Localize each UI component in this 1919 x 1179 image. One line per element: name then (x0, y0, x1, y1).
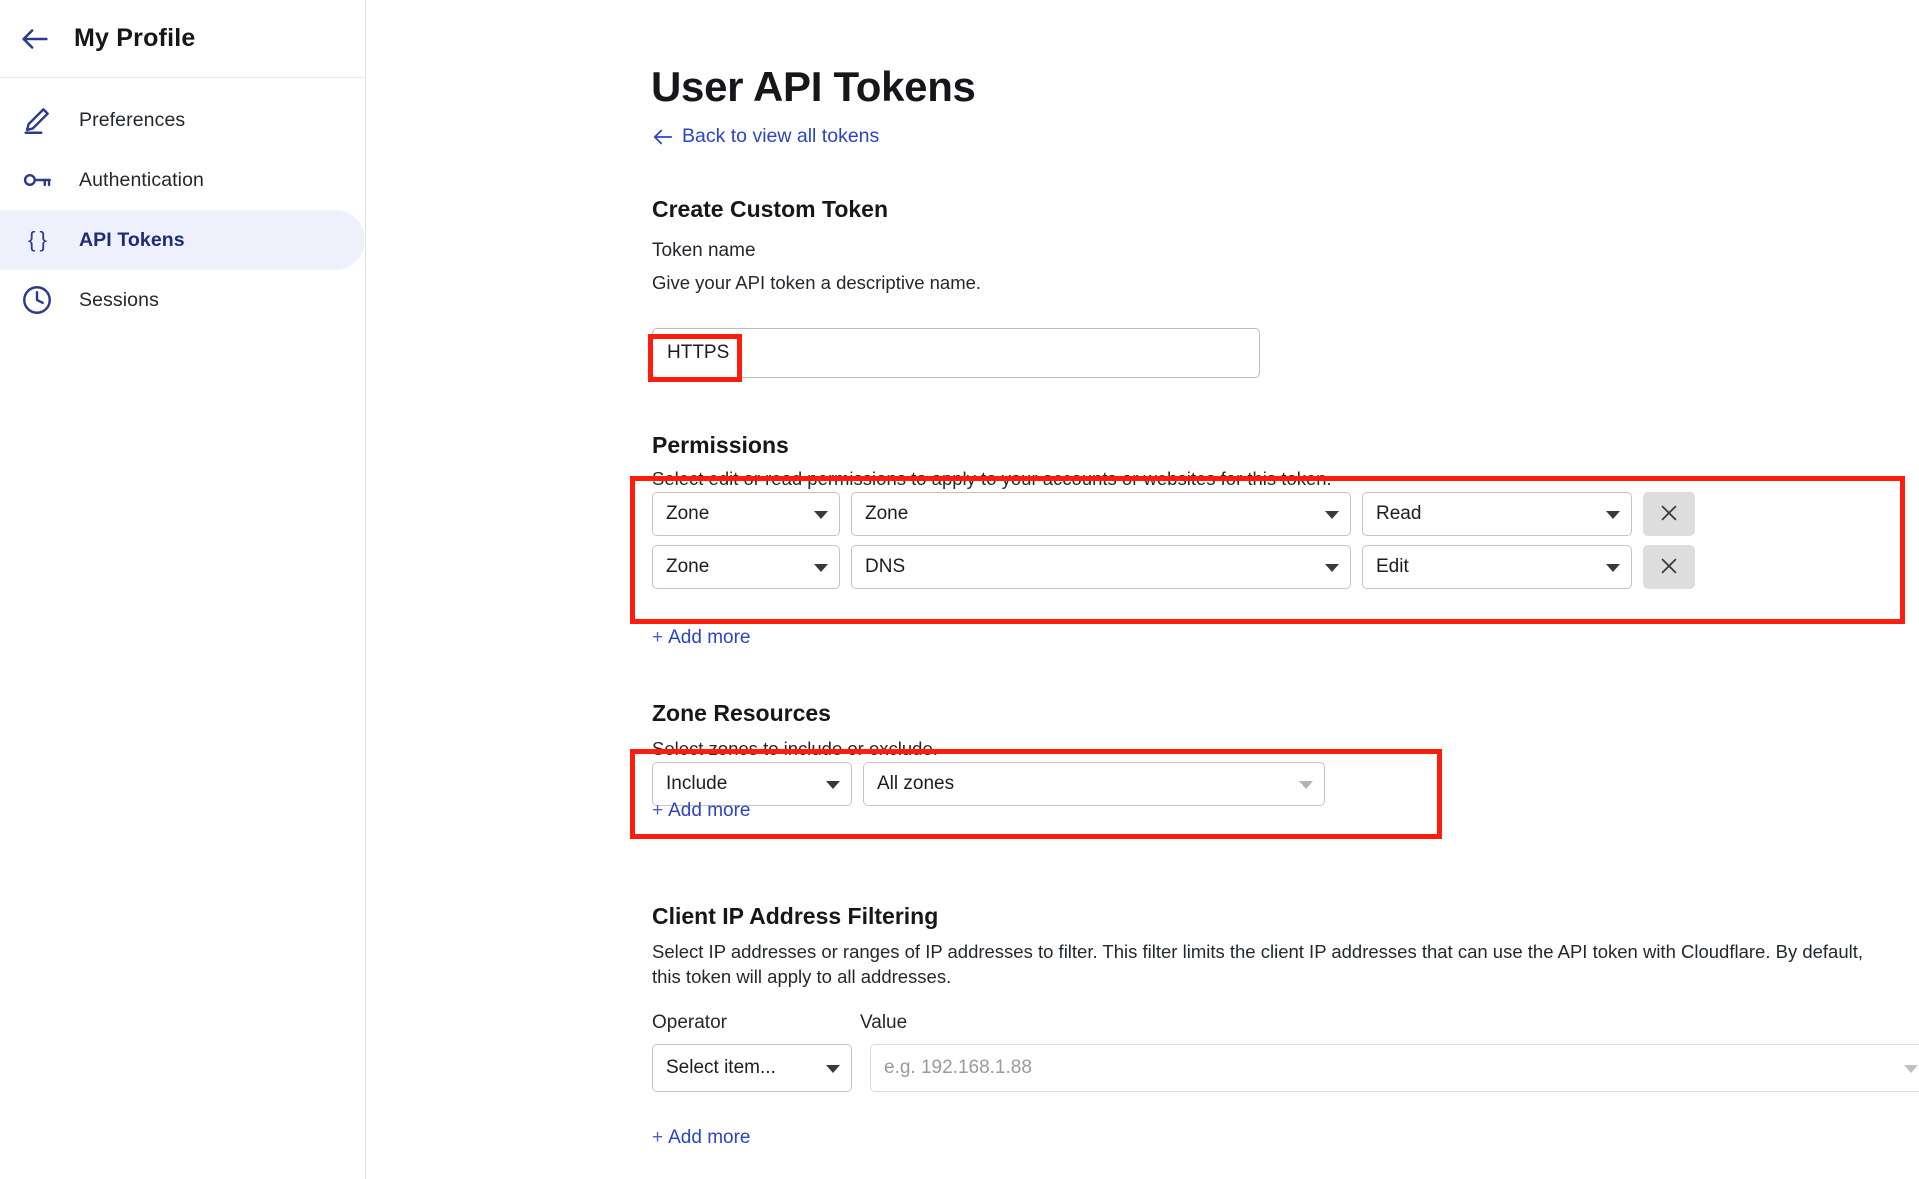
remove-permission-button[interactable] (1643, 492, 1695, 536)
permission-resource-value: Zone (865, 503, 909, 524)
token-name-description: Give your API token a descriptive name. (652, 272, 982, 293)
operator-label: Operator (652, 1012, 727, 1033)
client-ip-value-input[interactable] (870, 1044, 1919, 1092)
permission-level-select[interactable]: Read (1362, 492, 1632, 536)
clock-icon (20, 283, 54, 317)
key-icon (20, 163, 54, 197)
permission-resource-value: DNS (865, 556, 906, 577)
permission-group-value: Zone (666, 503, 710, 524)
zone-resources-add-more-link[interactable]: + Add more (652, 800, 750, 822)
add-more-label: Add more (668, 1127, 751, 1148)
braces-icon: { } (28, 227, 47, 252)
value-label: Value (860, 1012, 908, 1033)
chevron-down-icon (1299, 781, 1313, 789)
plus-icon: + (652, 800, 664, 821)
permission-level-value: Read (1376, 503, 1422, 524)
zone-resource-mode-value: Include (666, 773, 728, 794)
chevron-down-icon (1606, 564, 1620, 572)
chevron-down-icon (814, 564, 828, 572)
chevron-down-icon (1606, 511, 1620, 519)
pencil-icon (20, 103, 54, 137)
client-ip-value-wrapper (861, 1044, 1919, 1092)
client-ip-filter-row: Select item... (652, 1044, 1919, 1092)
permission-level-value: Edit (1376, 556, 1409, 577)
plus-icon: + (652, 627, 664, 648)
back-to-all-tokens-link[interactable]: Back to view all tokens (652, 125, 879, 148)
sidebar-title: My Profile (74, 24, 196, 52)
chevron-down-icon (1325, 511, 1339, 519)
permission-resource-select[interactable]: DNS (851, 545, 1351, 589)
client-ip-operator-select[interactable]: Select item... (652, 1044, 852, 1092)
main-content: User API Tokens Back to view all tokens … (366, 0, 1919, 1179)
create-custom-token-heading: Create Custom Token (652, 196, 889, 222)
permissions-heading: Permissions (652, 432, 789, 458)
arrow-left-icon (652, 126, 674, 148)
zone-resources-description: Select zones to include or exclude. (652, 738, 938, 759)
app-root: My Profile Preferences Authentication {… (0, 0, 1919, 1179)
permission-row: Zone Zone Read (652, 492, 1919, 536)
permission-group-select[interactable]: Zone (652, 492, 840, 536)
token-name-label: Token name (652, 240, 756, 261)
add-more-label: Add more (668, 627, 751, 648)
sidebar-nav: Preferences Authentication { } API Token… (0, 78, 365, 330)
add-more-label: Add more (668, 800, 751, 821)
sidebar-item-api-tokens[interactable]: { } API Tokens (0, 210, 365, 270)
permission-resource-select[interactable]: Zone (851, 492, 1351, 536)
close-icon (1658, 555, 1680, 580)
sidebar-item-preferences[interactable]: Preferences (0, 90, 365, 150)
back-link-label: Back to view all tokens (682, 125, 880, 147)
chevron-down-icon (1325, 564, 1339, 572)
page-title: User API Tokens (651, 63, 976, 111)
plus-icon: + (652, 1127, 664, 1148)
client-ip-filtering-heading: Client IP Address Filtering (652, 903, 939, 929)
chevron-down-icon (826, 781, 840, 789)
permission-row: Zone DNS Edit (652, 545, 1919, 589)
zone-resource-scope-value: All zones (877, 773, 955, 794)
permissions-add-more-link[interactable]: + Add more (652, 627, 750, 649)
permission-level-select[interactable]: Edit (1362, 545, 1632, 589)
sidebar-item-label: Sessions (79, 288, 159, 311)
sidebar-item-label: API Tokens (79, 228, 185, 251)
sidebar-item-label: Authentication (79, 168, 204, 191)
zone-resources-heading: Zone Resources (652, 700, 831, 726)
permission-group-value: Zone (666, 556, 710, 577)
chevron-down-icon (826, 1065, 840, 1073)
remove-permission-button[interactable] (1643, 545, 1695, 589)
sidebar-item-label: Preferences (79, 108, 186, 131)
zone-resource-row: Include All zones (652, 762, 1325, 806)
back-arrow-icon[interactable] (18, 22, 52, 56)
close-icon (1658, 502, 1680, 527)
sidebar: My Profile Preferences Authentication {… (0, 0, 366, 1179)
zone-resource-scope-select[interactable]: All zones (863, 762, 1325, 806)
chevron-down-icon (814, 511, 828, 519)
client-ip-add-more-link[interactable]: + Add more (652, 1127, 750, 1149)
permissions-rows: Zone Zone Read Zone DNS Edit (652, 492, 1919, 598)
token-name-input[interactable] (652, 328, 1260, 378)
sidebar-item-sessions[interactable]: Sessions (0, 270, 365, 330)
permissions-description: Select edit or read permissions to apply… (652, 468, 1332, 489)
sidebar-item-authentication[interactable]: Authentication (0, 150, 365, 210)
client-ip-filtering-description: Select IP addresses or ranges of IP addr… (652, 941, 1864, 987)
sidebar-header: My Profile (0, 0, 365, 78)
permission-group-select[interactable]: Zone (652, 545, 840, 589)
client-ip-operator-value: Select item... (666, 1057, 776, 1078)
